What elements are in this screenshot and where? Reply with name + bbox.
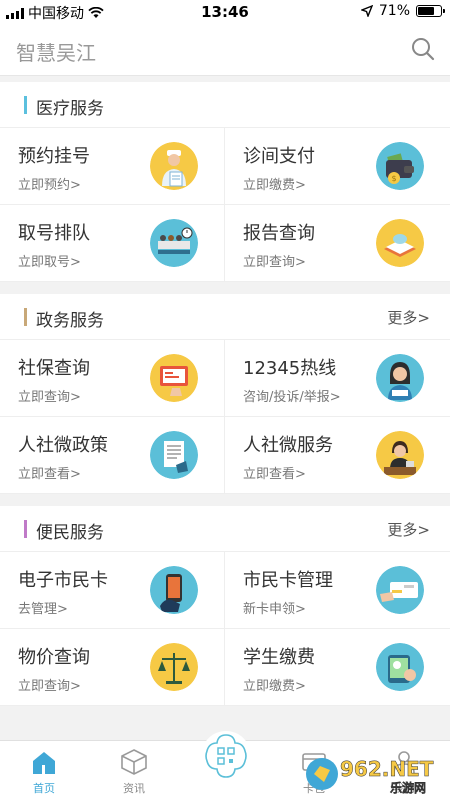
service-item-report[interactable]: 报告查询 立即查询>	[225, 205, 450, 282]
tab-label: 资讯	[123, 782, 145, 795]
more-link[interactable]: 更多>	[387, 519, 430, 540]
service-title: 12345热线	[243, 358, 337, 379]
watermark-brand: 962.NET	[340, 757, 434, 781]
service-title: 社保查询	[18, 358, 90, 379]
service-item-student-payment[interactable]: 学生缴费 立即缴费>	[225, 629, 450, 706]
battery-icon	[416, 5, 445, 17]
section-accent-bar	[24, 308, 27, 326]
section-medical: 医疗服务 预约挂号 立即预约> 诊间支付 立即缴费> $ 取号排队 立即取号> …	[0, 82, 450, 282]
status-bar: 中国移动 13:46 71%	[0, 0, 450, 24]
service-subtitle: 立即缴费>	[243, 178, 306, 193]
svg-text:$: $	[391, 174, 396, 183]
service-title: 物价查询	[18, 647, 90, 668]
service-title: 报告查询	[243, 223, 315, 244]
service-item-policy[interactable]: 人社微政策 立即查看>	[0, 417, 225, 494]
service-item-payment[interactable]: 诊间支付 立即缴费> $	[225, 128, 450, 205]
card-manage-icon	[376, 566, 424, 614]
service-subtitle: 立即查询>	[18, 679, 81, 694]
location-arrow-icon	[360, 5, 373, 17]
service-item-e-citizen-card[interactable]: 电子市民卡 去管理>	[0, 552, 225, 629]
tab-news[interactable]: 资讯	[99, 747, 169, 796]
service-item-queue[interactable]: 取号排队 立即取号>	[0, 205, 225, 282]
watermark-sub: 乐游网	[390, 780, 426, 795]
report-icon	[376, 219, 424, 267]
wallet-icon: $	[376, 142, 424, 190]
section-convenience: 便民服务 更多> 电子市民卡 去管理> 市民卡管理 新卡申领> 物价查询 立即查…	[0, 506, 450, 706]
status-right: 71%	[360, 3, 445, 19]
qr-scan-icon	[205, 734, 247, 778]
service-subtitle: 咨询/投诉/举报>	[243, 390, 341, 405]
tab-label: 首页	[33, 782, 55, 795]
section-header: 政务服务 更多>	[0, 294, 450, 340]
service-subtitle: 立即查询>	[18, 390, 81, 405]
cube-icon	[121, 749, 147, 775]
service-title: 人社微政策	[18, 435, 108, 456]
service-subtitle: 立即查看>	[243, 467, 306, 482]
tab-scan[interactable]	[201, 731, 251, 781]
service-item-price-query[interactable]: 物价查询 立即查询>	[0, 629, 225, 706]
service-title: 学生缴费	[243, 647, 315, 668]
service-subtitle: 立即预约>	[18, 178, 81, 193]
section-government: 政务服务 更多> 社保查询 立即查询> 12345热线 咨询/投诉/举报> 人社…	[0, 294, 450, 494]
service-title: 预约挂号	[18, 146, 90, 167]
more-link[interactable]: 更多>	[387, 307, 430, 328]
main-content: 医疗服务 预约挂号 立即预约> 诊间支付 立即缴费> $ 取号排队 立即取号> …	[0, 82, 450, 718]
service-icon	[376, 431, 424, 479]
service-subtitle: 立即查询>	[243, 255, 306, 270]
search-icon[interactable]	[410, 36, 436, 62]
page-title: 智慧吴江	[16, 41, 96, 65]
section-header: 便民服务 更多>	[0, 506, 450, 552]
service-subtitle: 新卡申领>	[243, 602, 306, 617]
scale-icon	[150, 643, 198, 691]
section-accent-bar	[24, 520, 27, 538]
service-title: 人社微服务	[243, 435, 333, 456]
battery-level	[418, 7, 434, 15]
section-accent-bar	[24, 96, 27, 114]
service-item-card-management[interactable]: 市民卡管理 新卡申领>	[225, 552, 450, 629]
battery-percent: 71%	[378, 3, 410, 19]
service-subtitle: 立即取号>	[18, 255, 81, 270]
service-item-social-security[interactable]: 社保查询 立即查询>	[0, 340, 225, 417]
section-header: 医疗服务	[0, 82, 450, 128]
hotline-icon	[376, 354, 424, 402]
service-title: 电子市民卡	[18, 570, 108, 591]
section-title: 政务服务	[36, 311, 104, 331]
service-subtitle: 去管理>	[18, 602, 68, 617]
social-security-icon	[150, 354, 198, 402]
watermark-logo: 962.NET 乐游网	[306, 757, 434, 795]
policy-icon	[150, 431, 198, 479]
service-subtitle: 立即缴费>	[243, 679, 306, 694]
service-grid: 预约挂号 立即预约> 诊间支付 立即缴费> $ 取号排队 立即取号> 报告查询 …	[0, 128, 450, 282]
service-item-hr-service[interactable]: 人社微服务 立即查看>	[225, 417, 450, 494]
service-grid: 电子市民卡 去管理> 市民卡管理 新卡申领> 物价查询 立即查询> 学生缴费 立…	[0, 552, 450, 706]
service-item-hotline[interactable]: 12345热线 咨询/投诉/举报>	[225, 340, 450, 417]
service-subtitle: 立即查看>	[18, 467, 81, 482]
section-title: 医疗服务	[36, 99, 104, 119]
queue-icon	[150, 219, 198, 267]
doctor-icon	[150, 142, 198, 190]
service-title: 取号排队	[18, 223, 90, 244]
service-title: 诊间支付	[243, 146, 315, 167]
home-icon	[33, 752, 55, 774]
phone-card-icon	[150, 566, 198, 614]
service-item-appointment[interactable]: 预约挂号 立即预约>	[0, 128, 225, 205]
section-title: 便民服务	[36, 523, 104, 543]
tab-home[interactable]: 首页	[9, 747, 79, 796]
service-title: 市民卡管理	[243, 570, 333, 591]
app-header: 智慧吴江	[0, 24, 450, 76]
student-pay-icon	[376, 643, 424, 691]
service-grid: 社保查询 立即查询> 12345热线 咨询/投诉/举报> 人社微政策 立即查看>…	[0, 340, 450, 494]
